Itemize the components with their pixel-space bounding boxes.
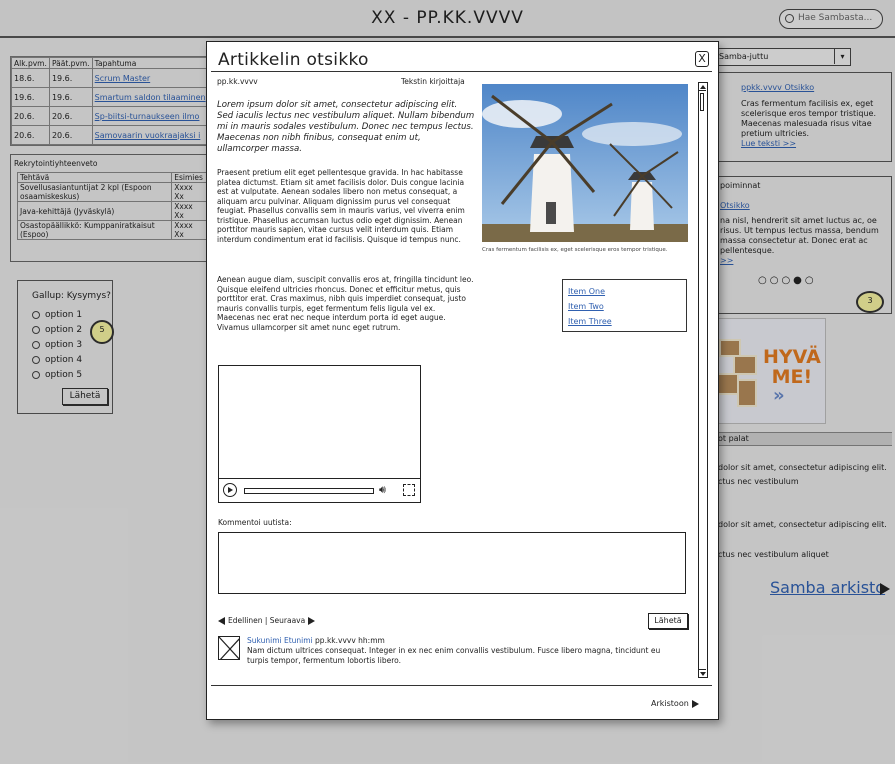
volume-icon[interactable]: 🔊︎: [379, 483, 386, 497]
scrollbar[interactable]: [698, 82, 708, 678]
comment-text: Nam dictum ultrices consequat. Integer i…: [247, 646, 661, 665]
comment-meta: Sukunimi Etunimi pp.kk.vvvv hh:mm: [247, 636, 385, 645]
article-modal: Artikkelin otsikko X pp.kk.vvvv Tekstin …: [206, 41, 719, 720]
related-link[interactable]: Item Three: [568, 314, 686, 329]
next-arrow-icon[interactable]: [308, 616, 316, 625]
pagination-label[interactable]: Edellinen | Seuraava: [228, 616, 305, 625]
divider: [211, 71, 712, 72]
related-link[interactable]: Item One: [568, 284, 686, 299]
scroll-thumb[interactable]: [700, 93, 704, 111]
pagination[interactable]: Edellinen | Seuraava: [218, 616, 316, 625]
video-player[interactable]: 🔊︎: [218, 365, 421, 503]
article-image: [482, 84, 688, 242]
article-title: Artikkelin otsikko: [218, 50, 369, 70]
divider: [211, 685, 712, 686]
previous-arrow-icon[interactable]: [218, 616, 225, 625]
avatar: [218, 636, 240, 660]
comment-label: Kommentoi uutista:: [218, 518, 292, 527]
play-icon[interactable]: [223, 483, 237, 497]
archive-label[interactable]: Arkistoon: [651, 699, 689, 708]
article-body: Aenean augue diam, suscipit convallis er…: [217, 275, 474, 332]
article-body: Praesent pretium elit eget pellentesque …: [217, 168, 465, 244]
comment-textarea[interactable]: [218, 532, 686, 594]
article-author: Tekstin kirjoittaja: [401, 77, 465, 86]
scroll-down-icon[interactable]: [699, 669, 706, 677]
image-caption: Cras fermentum facilisis ex, eget sceler…: [482, 247, 668, 253]
related-link[interactable]: Item Two: [568, 299, 686, 314]
archive-link[interactable]: Arkistoon: [651, 699, 699, 708]
video-controls: 🔊︎: [219, 478, 420, 502]
avatar-placeholder-icon: [219, 637, 239, 659]
next-arrow-icon[interactable]: [691, 699, 699, 708]
comment-author[interactable]: Sukunimi Etunimi: [247, 636, 313, 645]
scroll-up-icon[interactable]: [699, 83, 706, 91]
submit-comment-button[interactable]: Lähetä: [648, 613, 688, 629]
article-date: pp.kk.vvvv: [217, 77, 258, 86]
video-seek-bar[interactable]: [244, 488, 374, 494]
comment-time: pp.kk.vvvv hh:mm: [315, 636, 385, 645]
close-icon[interactable]: X: [695, 51, 709, 67]
related-links-box: Item One Item Two Item Three: [562, 279, 687, 332]
article-lead: Lorem ipsum dolor sit amet, consectetur …: [217, 100, 475, 154]
fullscreen-icon[interactable]: [403, 484, 415, 496]
windmill-photo: [482, 84, 688, 242]
